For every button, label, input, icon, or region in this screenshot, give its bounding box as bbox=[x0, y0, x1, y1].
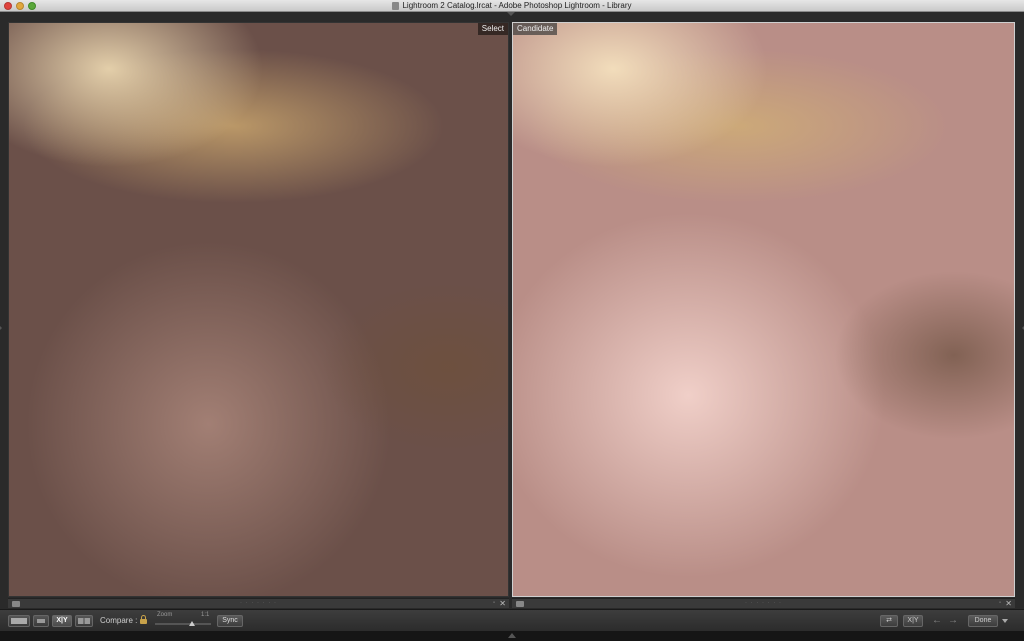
select-label: Select bbox=[477, 23, 508, 35]
candidate-pane[interactable]: Candidate bbox=[512, 22, 1015, 597]
right-panel-toggle-icon[interactable] bbox=[1018, 324, 1024, 332]
compare-view: Select Candidate · · · · · · · ▪ ✕ · · ·… bbox=[0, 12, 1024, 630]
window-title: Lightroom 2 Catalog.lrcat - Adobe Photos… bbox=[0, 0, 1024, 12]
rating-stars[interactable]: · · · · · · · bbox=[745, 600, 782, 606]
grid-view-button[interactable] bbox=[8, 615, 30, 627]
top-panel-toggle-icon[interactable] bbox=[507, 12, 515, 20]
loupe-view-button[interactable] bbox=[33, 615, 49, 627]
sync-button[interactable]: Sync bbox=[217, 615, 243, 627]
flag-icon[interactable] bbox=[516, 601, 524, 607]
zoom-slider[interactable] bbox=[155, 623, 211, 625]
title-bar: Lightroom 2 Catalog.lrcat - Adobe Photos… bbox=[0, 0, 1024, 12]
survey-icon bbox=[78, 618, 90, 624]
select-photo[interactable] bbox=[9, 23, 508, 596]
candidate-photo[interactable] bbox=[513, 23, 1014, 596]
left-panel-toggle-icon[interactable] bbox=[0, 324, 6, 332]
done-button[interactable]: Done bbox=[968, 615, 998, 627]
candidate-info-bar: · · · · · · · ▪ ✕ bbox=[512, 598, 1015, 608]
make-select-button[interactable]: X|Y bbox=[903, 615, 923, 627]
zoom-ratio: 1:1 bbox=[201, 612, 210, 618]
select-info-bar: · · · · · · · ▪ ✕ bbox=[8, 598, 509, 608]
zoom-label: Zoom bbox=[157, 612, 173, 618]
toolbar-menu-icon[interactable] bbox=[1002, 619, 1008, 623]
color-label-icon[interactable]: ▪ bbox=[493, 600, 495, 606]
document-icon bbox=[392, 1, 400, 10]
loupe-icon bbox=[37, 619, 45, 623]
previous-arrow-icon[interactable]: ← bbox=[932, 615, 942, 627]
select-pane[interactable]: Select bbox=[8, 22, 509, 597]
close-candidate-icon[interactable]: ✕ bbox=[1005, 599, 1012, 609]
color-label-icon[interactable]: ▪ bbox=[999, 600, 1001, 606]
survey-view-button[interactable] bbox=[75, 615, 93, 627]
toolbar: X|Y Compare : Zoom 1:1 Sync ⇄ X|Y ← → Do… bbox=[0, 609, 1024, 631]
compare-xy-label: X|Y bbox=[56, 617, 68, 624]
flag-icon[interactable] bbox=[12, 601, 20, 607]
compare-view-button[interactable]: X|Y bbox=[52, 615, 72, 627]
next-arrow-icon[interactable]: → bbox=[948, 615, 958, 627]
close-select-icon[interactable]: ✕ bbox=[499, 599, 506, 609]
grid-icon bbox=[11, 618, 27, 624]
lock-icon[interactable] bbox=[140, 615, 147, 624]
compare-label: Compare : bbox=[100, 616, 138, 625]
filmstrip-toggle-icon[interactable] bbox=[508, 633, 516, 638]
zoom-slider-thumb[interactable] bbox=[189, 621, 195, 626]
rating-stars[interactable]: · · · · · · · bbox=[240, 600, 277, 606]
window-title-text: Lightroom 2 Catalog.lrcat - Adobe Photos… bbox=[402, 1, 632, 10]
swap-button[interactable]: ⇄ bbox=[880, 615, 898, 627]
candidate-label: Candidate bbox=[513, 23, 558, 35]
